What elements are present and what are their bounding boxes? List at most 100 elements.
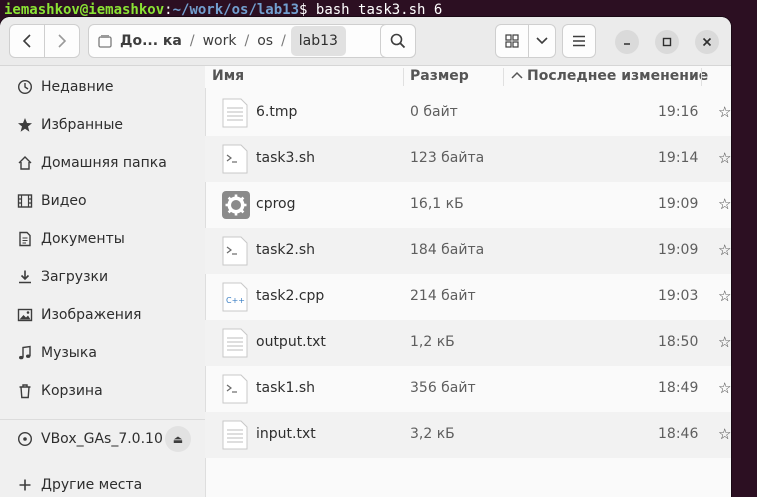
sidebar-item-documents[interactable]: Документы xyxy=(0,220,205,258)
star-toggle-icon[interactable]: ☆ xyxy=(718,379,731,397)
sidebar-item-recent[interactable]: Недавние xyxy=(0,68,205,106)
column-separator xyxy=(701,68,702,86)
forward-button[interactable] xyxy=(44,24,80,58)
file-name: 6.tmp xyxy=(256,104,298,120)
header-bar: До... ка / work / os / lab13 xyxy=(0,17,731,66)
terminal-command: bash task3.sh 6 xyxy=(315,2,443,18)
sidebar-item-pictures[interactable]: Изображения xyxy=(0,296,205,334)
star-toggle-icon[interactable]: ☆ xyxy=(718,103,731,121)
sidebar-item-other-locations[interactable]: Другие места xyxy=(0,466,205,497)
menu-icon xyxy=(573,35,585,47)
script-file-icon xyxy=(222,236,248,266)
file-modified: 18:49 xyxy=(658,380,699,396)
star-toggle-icon[interactable]: ☆ xyxy=(718,195,731,213)
plus-icon xyxy=(17,477,33,493)
disc-icon xyxy=(17,431,33,447)
sidebar-item-label: Музыка xyxy=(41,345,97,361)
clock-icon xyxy=(17,79,33,95)
close-button[interactable] xyxy=(695,30,719,54)
eject-icon: ⏏ xyxy=(172,432,184,446)
sidebar-item-label: Видео xyxy=(41,193,87,209)
sidebar-item-label: Документы xyxy=(41,231,125,247)
home-drive-icon[interactable] xyxy=(93,34,117,48)
breadcrumb-separator: / xyxy=(189,33,195,49)
file-size: 0 байт xyxy=(410,104,458,120)
breadcrumb-item-work[interactable]: work xyxy=(200,33,240,49)
star-toggle-icon[interactable]: ☆ xyxy=(718,425,731,443)
table-row[interactable]: 6.tmp 0 байт 19:16 ☆ xyxy=(205,90,731,136)
file-name: task1.sh xyxy=(256,380,315,396)
sidebar-item-videos[interactable]: Видео xyxy=(0,182,205,220)
sidebar-item-label: Другие места xyxy=(41,477,143,493)
maximize-button[interactable] xyxy=(655,30,679,54)
column-header-name[interactable]: Имя xyxy=(212,68,244,84)
eject-button[interactable]: ⏏ xyxy=(165,426,191,452)
breadcrumb-separator: / xyxy=(244,33,250,49)
breadcrumb-item-lab13[interactable]: lab13 xyxy=(290,26,346,56)
minimize-button[interactable] xyxy=(615,30,639,54)
table-row[interactable]: input.txt 3,2 кБ 18:46 ☆ xyxy=(205,412,731,458)
view-toggle-button[interactable] xyxy=(495,24,529,58)
file-size: 123 байта xyxy=(410,150,485,166)
sidebar-item-music[interactable]: Музыка xyxy=(0,334,205,372)
sidebar-item-downloads[interactable]: Загрузки xyxy=(0,258,205,296)
column-header-size[interactable]: Размер xyxy=(410,68,469,84)
file-name: task2.sh xyxy=(256,242,315,258)
file-name: input.txt xyxy=(256,426,316,442)
breadcrumb-item-home[interactable]: До... ка xyxy=(117,33,185,49)
file-modified: 18:46 xyxy=(658,426,699,442)
search-button[interactable] xyxy=(380,24,416,58)
file-modified: 18:50 xyxy=(658,334,699,350)
table-row[interactable]: task1.sh 356 байт 18:49 ☆ xyxy=(205,366,731,412)
column-header-row: Имя Размер Последнее изменение xyxy=(205,66,731,88)
file-size: 16,1 кБ xyxy=(410,196,464,212)
star-icon xyxy=(17,117,33,133)
sidebar-item-label: Недавние xyxy=(41,79,114,95)
sidebar-item-label: Изображения xyxy=(41,307,142,323)
back-icon xyxy=(22,34,31,48)
back-button[interactable] xyxy=(9,24,45,58)
star-toggle-icon[interactable]: ☆ xyxy=(718,333,731,351)
maximize-icon xyxy=(662,37,672,47)
sidebar-item-starred[interactable]: Избранные xyxy=(0,106,205,144)
sidebar-item-label: Корзина xyxy=(41,383,103,399)
sidebar-item-trash[interactable]: Корзина xyxy=(0,372,205,410)
search-icon xyxy=(390,33,406,49)
main-menu-button[interactable] xyxy=(562,24,596,58)
executable-icon xyxy=(222,190,250,220)
sidebar-item-home[interactable]: Домашняя папка xyxy=(0,144,205,182)
image-icon xyxy=(17,307,33,323)
file-size: 3,2 кБ xyxy=(410,426,455,442)
table-row[interactable]: task3.sh 123 байта 19:14 ☆ xyxy=(205,136,731,182)
cpp-file-icon: C++ xyxy=(222,282,248,312)
star-toggle-icon[interactable]: ☆ xyxy=(718,149,731,167)
film-icon xyxy=(17,193,33,209)
sort-ascending-icon xyxy=(511,68,523,84)
terminal-colon: : xyxy=(164,2,173,18)
star-toggle-icon[interactable]: ☆ xyxy=(718,241,731,259)
sidebar-item-label: Домашняя папка xyxy=(41,155,167,171)
column-separator xyxy=(403,68,404,86)
file-name: cprog xyxy=(256,196,296,212)
file-name: output.txt xyxy=(256,334,326,350)
table-row[interactable]: task2.sh 184 байта 19:09 ☆ xyxy=(205,228,731,274)
svg-text:C++: C++ xyxy=(226,296,245,305)
file-modified: 19:03 xyxy=(658,288,699,304)
star-toggle-icon[interactable]: ☆ xyxy=(718,287,731,305)
sidebar-item-drive[interactable]: VBox_GAs_7.0.10 ⏏ xyxy=(0,420,205,458)
grid-view-icon xyxy=(505,34,519,48)
breadcrumb-item-os[interactable]: os xyxy=(254,33,276,49)
chevron-down-icon xyxy=(536,37,548,45)
download-icon xyxy=(17,269,33,285)
view-options-button[interactable] xyxy=(528,24,556,58)
table-row[interactable]: cprog 16,1 кБ 19:09 ☆ xyxy=(205,182,731,228)
sidebar-item-label: Загрузки xyxy=(41,269,109,285)
column-header-modified[interactable]: Последнее изменение xyxy=(527,68,708,84)
file-name: task3.sh xyxy=(256,150,315,166)
text-file-icon xyxy=(222,420,248,450)
close-icon xyxy=(702,37,712,47)
breadcrumb-separator: / xyxy=(281,33,286,49)
table-row[interactable]: C++ task2.cpp 214 байт 19:03 ☆ xyxy=(205,274,731,320)
table-row[interactable]: output.txt 1,2 кБ 18:50 ☆ xyxy=(205,320,731,366)
file-name: task2.cpp xyxy=(256,288,325,304)
